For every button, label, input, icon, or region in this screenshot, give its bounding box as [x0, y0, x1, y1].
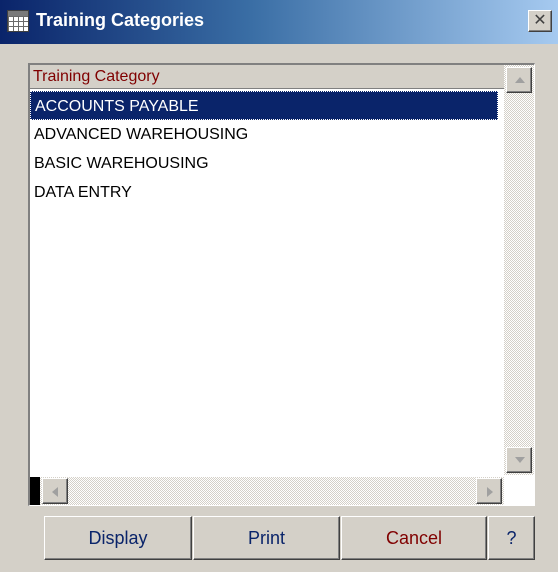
grid-window-icon	[7, 10, 29, 32]
list-item[interactable]: ACCOUNTS PAYABLE	[30, 91, 498, 120]
cancel-button[interactable]: Cancel	[341, 516, 487, 560]
training-category-list[interactable]: Training Category ACCOUNTS PAYABLE ADVAN…	[28, 63, 535, 506]
window-title: Training Categories	[36, 10, 205, 30]
title-bar[interactable]: Training Categories ✕	[0, 0, 558, 44]
list-item[interactable]: DATA ENTRY	[30, 178, 504, 207]
arrow-down-icon	[515, 457, 525, 463]
scroll-up-button[interactable]	[506, 67, 532, 93]
scrollbar-corner	[504, 477, 534, 505]
print-button[interactable]: Print	[193, 516, 340, 560]
scroll-left-button[interactable]	[42, 478, 68, 504]
arrow-right-icon	[487, 487, 493, 497]
horizontal-scrollbar[interactable]	[30, 477, 504, 505]
vertical-scrollbar[interactable]	[504, 65, 534, 475]
close-button[interactable]: ✕	[528, 10, 552, 32]
display-button[interactable]: Display	[44, 516, 192, 560]
help-button[interactable]: ?	[488, 516, 535, 560]
scroll-down-button[interactable]	[506, 447, 532, 473]
arrow-up-icon	[515, 77, 525, 83]
list-rows: ACCOUNTS PAYABLE ADVANCED WAREHOUSING BA…	[30, 91, 504, 207]
arrow-left-icon	[52, 487, 58, 497]
list-item[interactable]: ADVANCED WAREHOUSING	[30, 120, 504, 149]
close-icon: ✕	[533, 12, 547, 29]
column-header-training-category[interactable]: Training Category	[30, 65, 504, 89]
list-item[interactable]: BASIC WAREHOUSING	[30, 149, 504, 178]
scroll-right-button[interactable]	[476, 478, 502, 504]
